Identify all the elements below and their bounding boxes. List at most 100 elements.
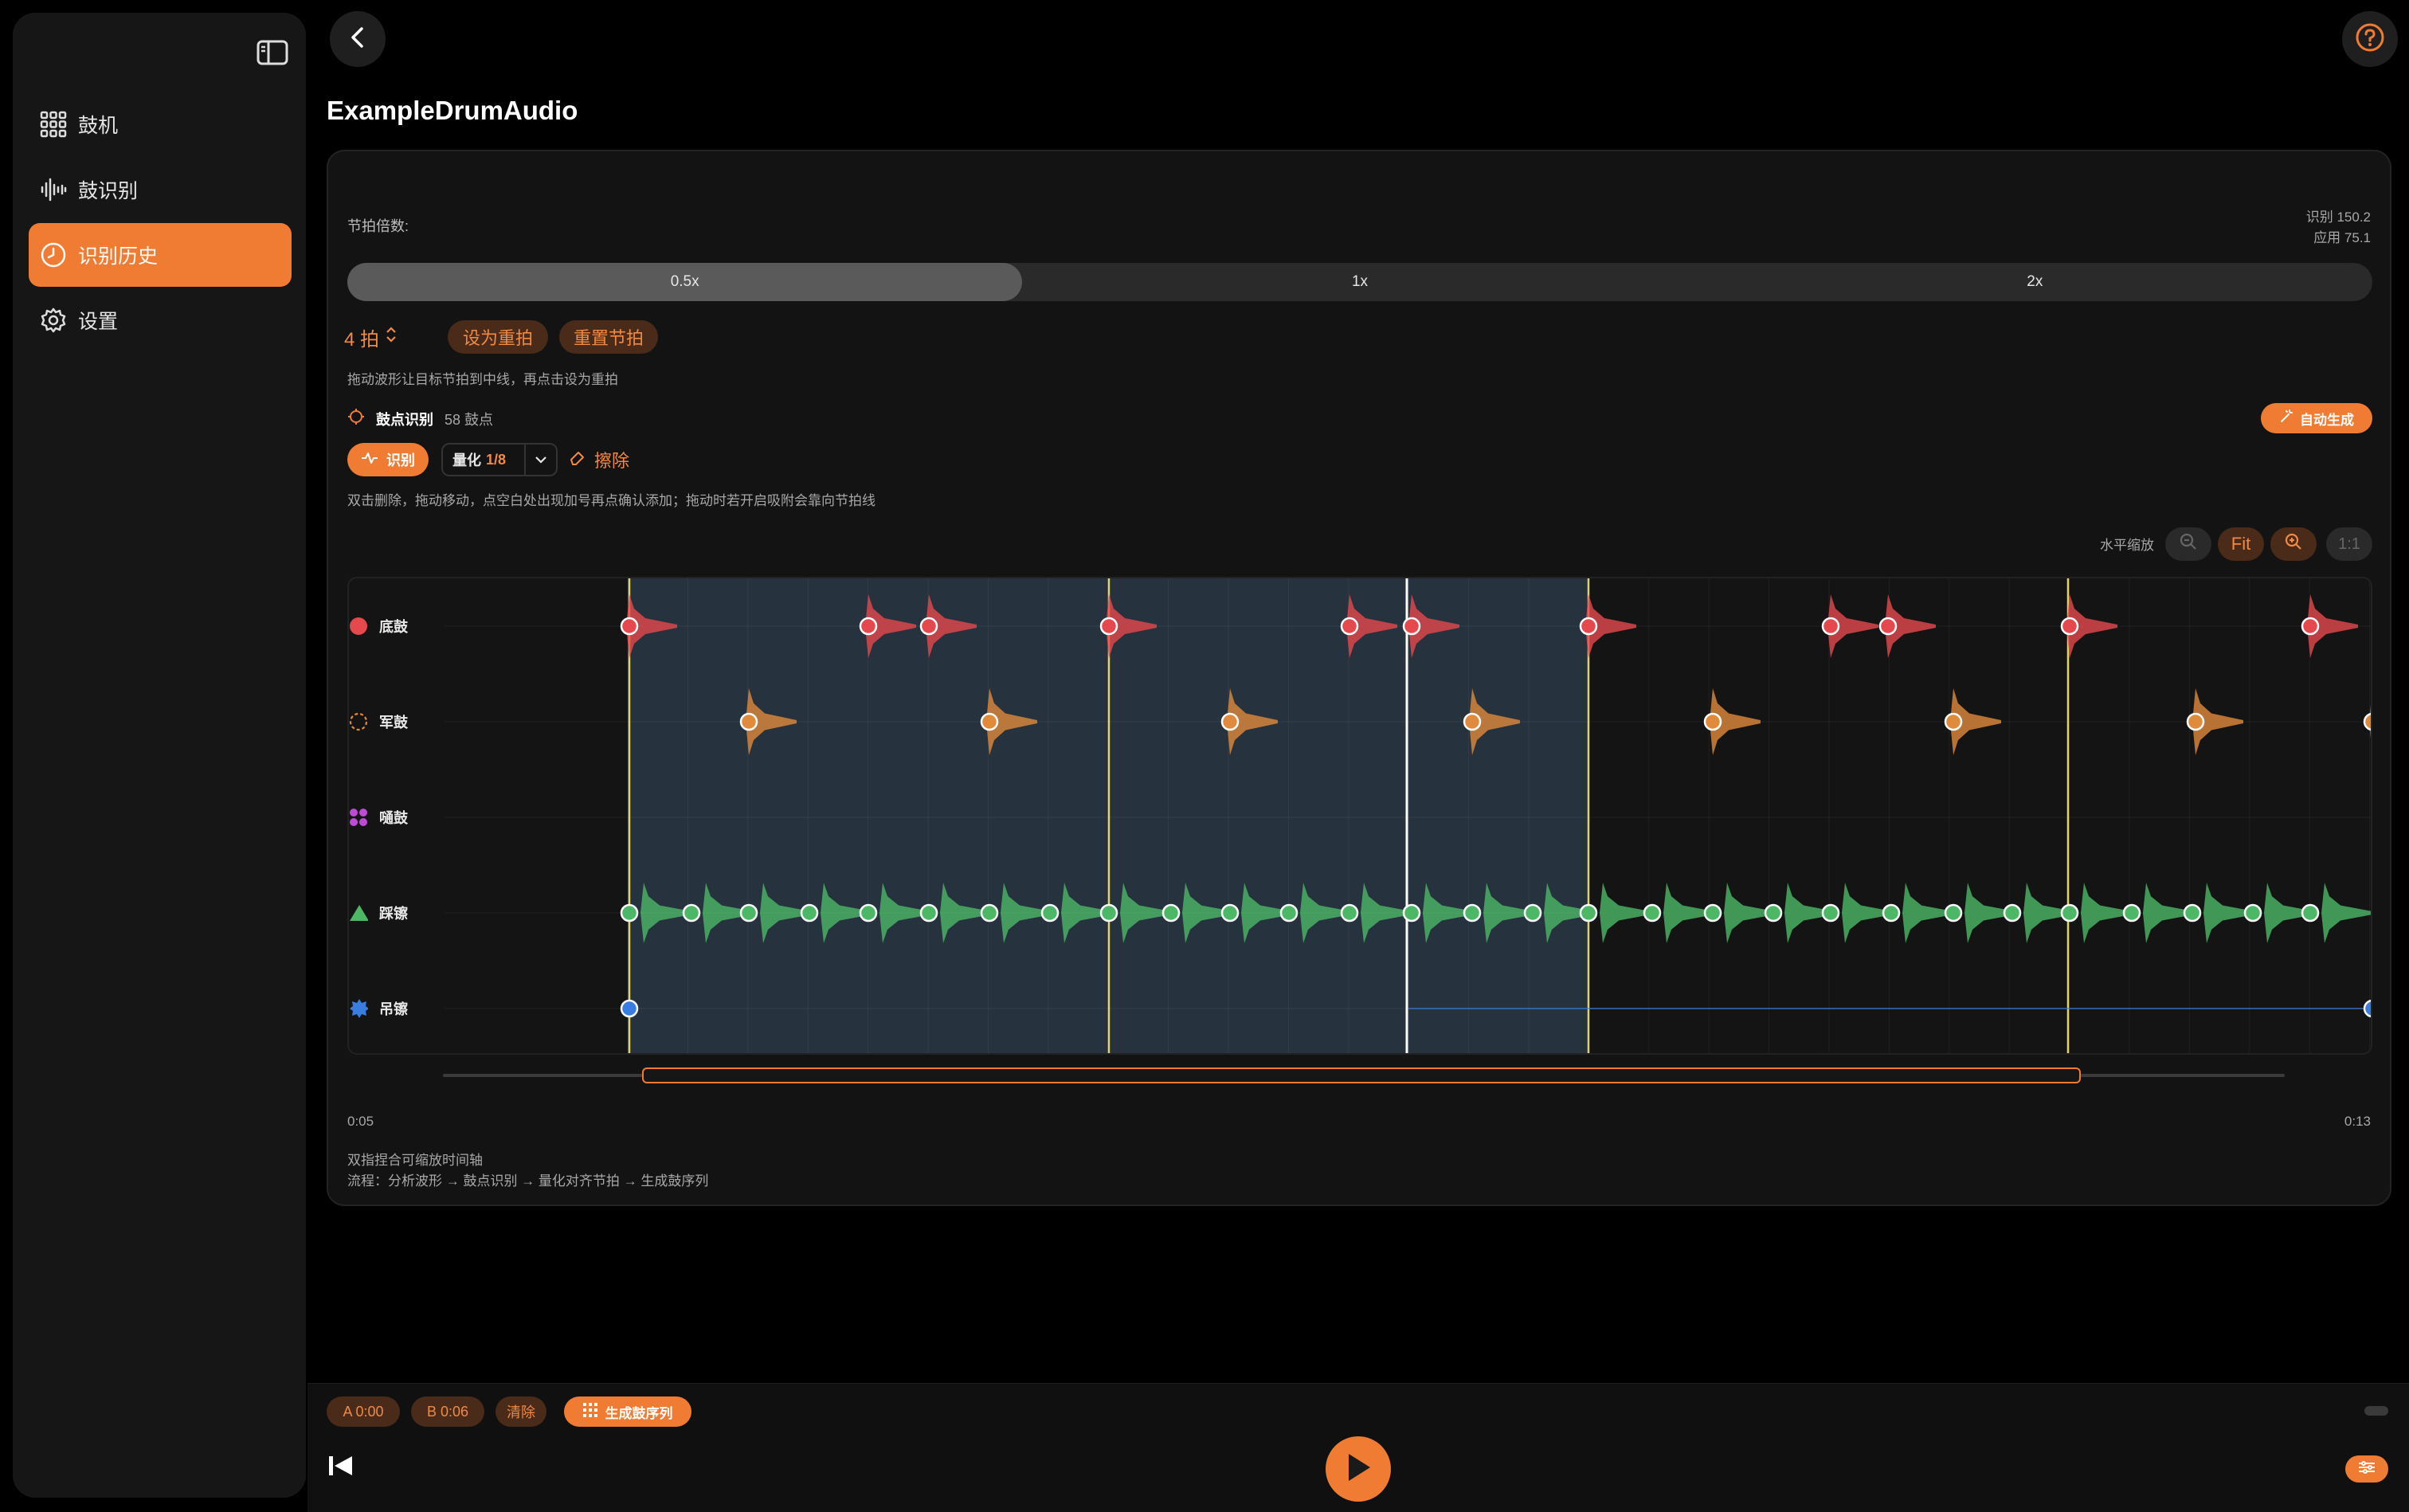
play-button[interactable] bbox=[1326, 1436, 1391, 1502]
gear-icon bbox=[38, 305, 69, 335]
onset-marker bbox=[1944, 903, 1963, 922]
tempo-option-1x[interactable]: 1x bbox=[1022, 263, 1697, 301]
quantize-select[interactable]: 量化 1/8 bbox=[441, 443, 558, 476]
onset-marker bbox=[2301, 903, 2320, 922]
zoom-out-button[interactable] bbox=[2165, 527, 2211, 561]
marker-b-button[interactable]: B 0:06 bbox=[411, 1396, 484, 1427]
zoom-fit-button[interactable]: Fit bbox=[2218, 527, 2264, 561]
lane-label-crash: 吊镲 bbox=[379, 1001, 408, 1017]
lane-label-hihat: 踩镲 bbox=[379, 906, 408, 922]
timeline-start: 0:05 bbox=[347, 1114, 374, 1129]
clear-markers-button[interactable]: 清除 bbox=[496, 1396, 546, 1427]
help-button[interactable] bbox=[2342, 11, 2398, 67]
sidebar-toggle-icon[interactable] bbox=[252, 29, 293, 76]
onset-marker bbox=[1402, 903, 1421, 922]
hihat-icon bbox=[349, 903, 368, 922]
onset-marker bbox=[1340, 903, 1359, 922]
onset-marker bbox=[800, 903, 819, 922]
onset-marker bbox=[1161, 903, 1181, 922]
quantize-label: 量化 bbox=[452, 452, 481, 468]
sidebar-item-label: 鼓识别 bbox=[78, 180, 139, 202]
detect-mode-button[interactable]: 识别 bbox=[347, 443, 429, 476]
onset-marker bbox=[1402, 617, 1421, 636]
status-indicator bbox=[2364, 1406, 2388, 1416]
onset-marker bbox=[1279, 903, 1299, 922]
timeline-end: 0:13 bbox=[2344, 1114, 2371, 1129]
zoom-in-icon bbox=[2284, 532, 2303, 556]
detect-mode-label: 识别 bbox=[386, 452, 415, 468]
onset-marker bbox=[2003, 903, 2022, 922]
tempo-multiplier-label: 节拍倍数: bbox=[347, 218, 409, 234]
lane-kick: 底鼓 bbox=[349, 610, 445, 642]
drum-waveform-grid[interactable]: 底鼓 军鼓 嗵鼓 踩镲 吊镲 bbox=[347, 577, 2372, 1055]
waveform-burst bbox=[1600, 883, 1651, 943]
onset-marker bbox=[980, 903, 999, 922]
lane-label-kick: 底鼓 bbox=[379, 619, 408, 635]
skip-back-button[interactable] bbox=[328, 1454, 354, 1482]
tom-icon bbox=[349, 808, 368, 827]
set-downbeat-button[interactable]: 设为重拍 bbox=[448, 320, 548, 354]
help-icon bbox=[2354, 22, 2386, 57]
timeline-viewport-handle[interactable] bbox=[642, 1067, 2081, 1083]
reset-beat-button[interactable]: 重置节拍 bbox=[559, 320, 658, 354]
onset-marker bbox=[1463, 903, 1482, 922]
auto-generate-button[interactable]: 自动生成 bbox=[2261, 403, 2372, 433]
marker-a-button[interactable]: A 0:00 bbox=[327, 1396, 400, 1427]
grid-icon bbox=[582, 1402, 597, 1421]
onset-marker bbox=[739, 903, 758, 922]
detected-bpm: 识别 150.2 bbox=[2305, 210, 2371, 225]
sidebar-item-history[interactable]: 识别历史 bbox=[29, 223, 292, 287]
lane-label-snare: 军鼓 bbox=[379, 715, 408, 731]
pinch-hint: 双指捏合可缩放时间轴 bbox=[347, 1153, 483, 1168]
applied-bpm: 应用 75.1 bbox=[2313, 230, 2371, 245]
detection-title: 鼓点识别 bbox=[376, 411, 433, 428]
onset-marker bbox=[1878, 617, 1898, 636]
eraser-icon bbox=[569, 449, 586, 471]
edit-hint: 双击删除，拖动移动，点空白处出现加号再点确认添加；拖动时若开启吸附会靠向节拍线 bbox=[347, 493, 875, 508]
onset-marker bbox=[1703, 903, 1722, 922]
beat-count-stepper[interactable]: 4 拍 bbox=[344, 320, 397, 354]
generate-sequence-button[interactable]: 生成鼓序列 bbox=[564, 1396, 691, 1427]
onset-marker bbox=[1220, 903, 1240, 922]
tempo-option-2x[interactable]: 2x bbox=[1698, 263, 2372, 301]
sidebar-item-settings[interactable]: 设置 bbox=[29, 288, 292, 352]
onset-marker bbox=[859, 903, 878, 922]
onset-marker bbox=[919, 903, 938, 922]
target-icon bbox=[347, 408, 365, 429]
generate-sequence-label: 生成鼓序列 bbox=[605, 1405, 673, 1421]
onset-marker bbox=[1099, 617, 1118, 636]
chevron-updown-icon bbox=[386, 326, 397, 349]
onset-marker bbox=[1579, 903, 1598, 922]
snare-icon bbox=[349, 712, 368, 731]
waveform-burst bbox=[2321, 883, 2371, 943]
zoom-in-button[interactable] bbox=[2270, 527, 2317, 561]
onset-marker bbox=[1099, 903, 1118, 922]
chevron-down-icon[interactable] bbox=[524, 445, 556, 475]
sidebar-item-label: 识别历史 bbox=[78, 245, 159, 268]
onset-marker bbox=[919, 617, 938, 636]
onset-marker bbox=[1340, 617, 1359, 636]
sliders-icon bbox=[2357, 1460, 2376, 1479]
sidebar-item-drum-machine[interactable]: 鼓机 bbox=[29, 92, 292, 156]
onset-count: 58 鼓点 bbox=[445, 411, 494, 428]
onset-marker bbox=[2060, 617, 2079, 636]
lane-hihat: 踩镲 bbox=[349, 897, 445, 929]
mixer-button[interactable] bbox=[2345, 1455, 2388, 1483]
onset-marker bbox=[1643, 903, 1662, 922]
sidebar-item-drum-recognition[interactable]: 鼓识别 bbox=[29, 158, 292, 221]
back-button[interactable] bbox=[330, 11, 386, 67]
onset-marker bbox=[980, 712, 999, 731]
zoom-1to1-button[interactable]: 1:1 bbox=[2326, 527, 2372, 561]
play-icon bbox=[1344, 1451, 1373, 1487]
tempo-option-0-5x[interactable]: 0.5x bbox=[347, 263, 1023, 301]
lane-label-tom: 嗵鼓 bbox=[379, 810, 408, 826]
bottom-bar: A 0:00 B 0:06 清除 生成鼓序列 bbox=[307, 1383, 2409, 1512]
onset-marker bbox=[2363, 999, 2371, 1018]
beat-hint: 拖动波形让目标节拍到中线，再点击设为重拍 bbox=[347, 372, 618, 387]
onset-marker bbox=[1944, 712, 1963, 731]
kick-icon bbox=[349, 617, 368, 636]
auto-generate-label: 自动生成 bbox=[2300, 412, 2354, 428]
erase-mode-button[interactable]: 擦除 bbox=[569, 443, 629, 476]
pulse-icon bbox=[361, 451, 378, 469]
waveform-canvas[interactable] bbox=[349, 578, 2372, 1055]
